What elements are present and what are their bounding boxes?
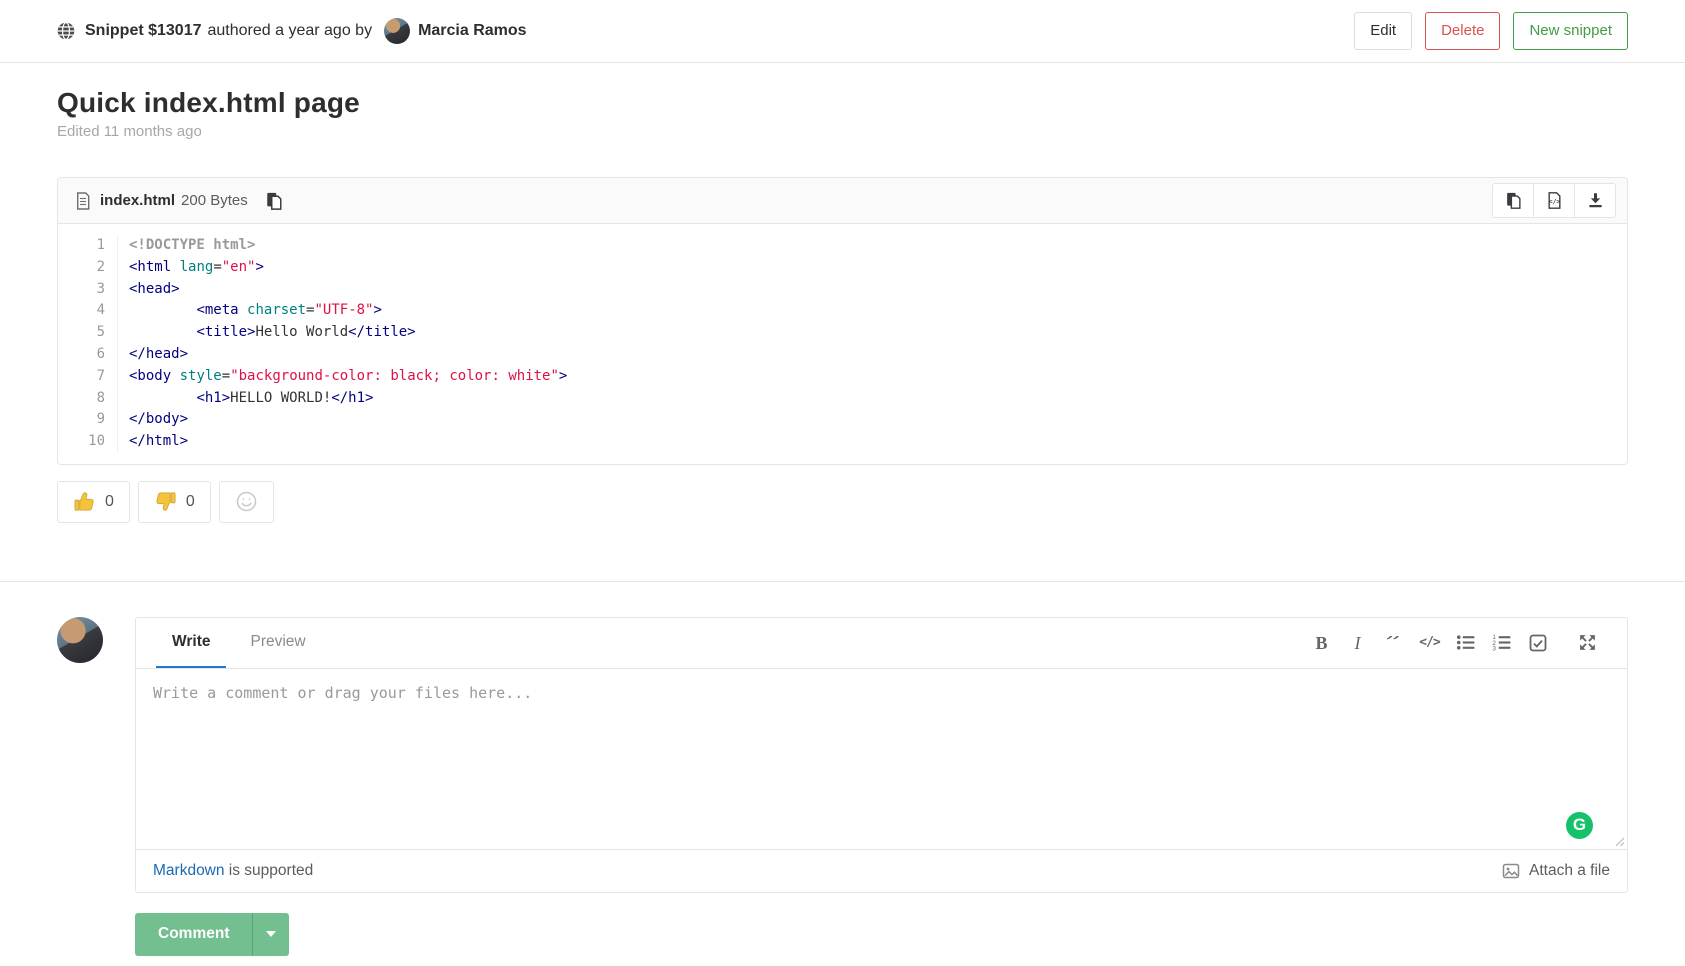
bullet-list-icon (1456, 633, 1475, 652)
attach-file-icon (1502, 862, 1520, 880)
section-divider (0, 581, 1685, 582)
line-number[interactable]: 1 (58, 235, 105, 257)
editor-body: G (136, 669, 1627, 849)
preview-tab[interactable]: Preview (234, 618, 321, 668)
author-name[interactable]: Marcia Ramos (418, 22, 527, 40)
line-number[interactable]: 5 (58, 322, 105, 344)
delete-button[interactable]: Delete (1425, 12, 1500, 50)
grammarly-letter: G (1573, 815, 1586, 835)
copy-file-path-button[interactable] (265, 192, 283, 210)
code-line: <!DOCTYPE html> (129, 235, 567, 257)
fullscreen-icon (1578, 633, 1597, 652)
file-header: index.html 200 Bytes < (58, 178, 1627, 224)
file-size: 200 Bytes (181, 192, 248, 209)
comment-textarea[interactable] (136, 669, 1627, 849)
bold-icon: B (1315, 634, 1327, 652)
current-user-avatar (57, 617, 103, 663)
fullscreen-button[interactable] (1573, 628, 1602, 657)
thumbs-up-count: 0 (105, 493, 114, 511)
markdown-supported-note: Markdown is supported (153, 862, 313, 880)
thumbs-up-icon (73, 490, 96, 513)
markdown-suffix: is supported (225, 862, 314, 879)
line-number-column: 12345678910 (58, 235, 118, 453)
code-line: <html lang="en"> (129, 257, 567, 279)
code-line: <body style="background-color: black; co… (129, 366, 567, 388)
line-number[interactable]: 6 (58, 344, 105, 366)
line-number[interactable]: 3 (58, 279, 105, 301)
quote-icon: ” (1386, 636, 1401, 650)
snippet-actions: Edit Delete New snippet (1354, 12, 1628, 50)
line-number[interactable]: 7 (58, 366, 105, 388)
public-visibility-globe-icon (57, 22, 75, 40)
authored-text: authored a year ago by (208, 22, 373, 40)
caret-down-icon (265, 930, 277, 938)
author-avatar[interactable] (384, 18, 410, 44)
numbered-list-button[interactable]: 1 2 3 (1487, 628, 1516, 657)
line-number[interactable]: 8 (58, 388, 105, 410)
snippet-meta: Snippet $13017 authored a year ago by Ma… (57, 18, 527, 44)
edited-timestamp: Edited 11 months ago (57, 123, 1628, 140)
grammarly-icon[interactable]: G (1566, 812, 1593, 839)
code-line: <h1>HELLO WORLD!</h1> (129, 388, 567, 410)
new-snippet-button[interactable]: New snippet (1513, 12, 1628, 50)
bold-button[interactable]: B (1307, 628, 1336, 657)
code-icon: </> (1419, 635, 1439, 650)
code-content: <!DOCTYPE html><html lang="en"><head> <m… (118, 235, 567, 453)
attach-file-label: Attach a file (1529, 862, 1610, 880)
snippet-id: Snippet $13017 (85, 22, 202, 40)
line-number[interactable]: 9 (58, 409, 105, 431)
code-blob: 12345678910 <!DOCTYPE html><html lang="e… (58, 224, 1627, 464)
comment-button[interactable]: Comment (135, 913, 252, 956)
task-list-button[interactable] (1523, 628, 1552, 657)
award-emoji-row: 0 0 (57, 481, 1628, 523)
code-line: </head> (129, 344, 567, 366)
file-viewer: index.html 200 Bytes < (57, 177, 1628, 465)
editor-footer: Markdown is supported Attach a file (136, 849, 1627, 892)
bullet-list-button[interactable] (1451, 628, 1480, 657)
thumbs-down-icon (154, 490, 177, 513)
resize-handle[interactable] (1614, 836, 1625, 847)
snippet-content: Quick index.html page Edited 11 months a… (0, 87, 1685, 523)
thumbs-up-award-button[interactable]: 0 (57, 481, 130, 523)
code-line: <meta charset="UTF-8"> (129, 300, 567, 322)
italic-icon: I (1355, 634, 1361, 652)
download-button[interactable] (1574, 183, 1616, 218)
line-number[interactable]: 4 (58, 300, 105, 322)
task-list-icon (1529, 634, 1547, 652)
formatting-toolbar: B I ” </> 1 2 3 (1307, 618, 1602, 668)
code-line: </html> (129, 431, 567, 453)
markdown-editor: Write Preview B I ” </> 1 2 (135, 617, 1628, 893)
thumbs-down-count: 0 (186, 493, 195, 511)
svg-text:</>: </> (1548, 198, 1560, 206)
code-line: <head> (129, 279, 567, 301)
write-tab[interactable]: Write (156, 618, 226, 668)
comment-form: Write Preview B I ” </> 1 2 (0, 617, 1685, 893)
editor-tabs: Write Preview (156, 618, 322, 668)
svg-text:3: 3 (1492, 646, 1496, 652)
file-icon (75, 192, 91, 210)
topbar: Snippet $13017 authored a year ago by Ma… (0, 0, 1685, 63)
code-button[interactable]: </> (1415, 628, 1444, 657)
file-name: index.html (100, 192, 175, 209)
markdown-link[interactable]: Markdown (153, 862, 225, 879)
page-title: Quick index.html page (57, 87, 1628, 119)
smiley-icon (235, 490, 258, 513)
quote-button[interactable]: ” (1379, 628, 1408, 657)
submit-row: Comment (0, 913, 1685, 956)
copy-contents-button[interactable] (1492, 183, 1534, 218)
add-reaction-button[interactable] (219, 481, 274, 523)
comment-dropdown-button[interactable] (252, 913, 289, 956)
editor-header: Write Preview B I ” </> 1 2 (136, 618, 1627, 669)
code-line: <title>Hello World</title> (129, 322, 567, 344)
line-number[interactable]: 10 (58, 431, 105, 453)
numbered-list-icon: 1 2 3 (1492, 633, 1511, 652)
file-action-group: </> (1492, 183, 1616, 218)
code-line: </body> (129, 409, 567, 431)
attach-file-button[interactable]: Attach a file (1502, 862, 1610, 880)
edit-button[interactable]: Edit (1354, 12, 1412, 50)
italic-button[interactable]: I (1343, 628, 1372, 657)
line-number[interactable]: 2 (58, 257, 105, 279)
open-raw-button[interactable]: </> (1533, 183, 1575, 218)
thumbs-down-award-button[interactable]: 0 (138, 481, 211, 523)
